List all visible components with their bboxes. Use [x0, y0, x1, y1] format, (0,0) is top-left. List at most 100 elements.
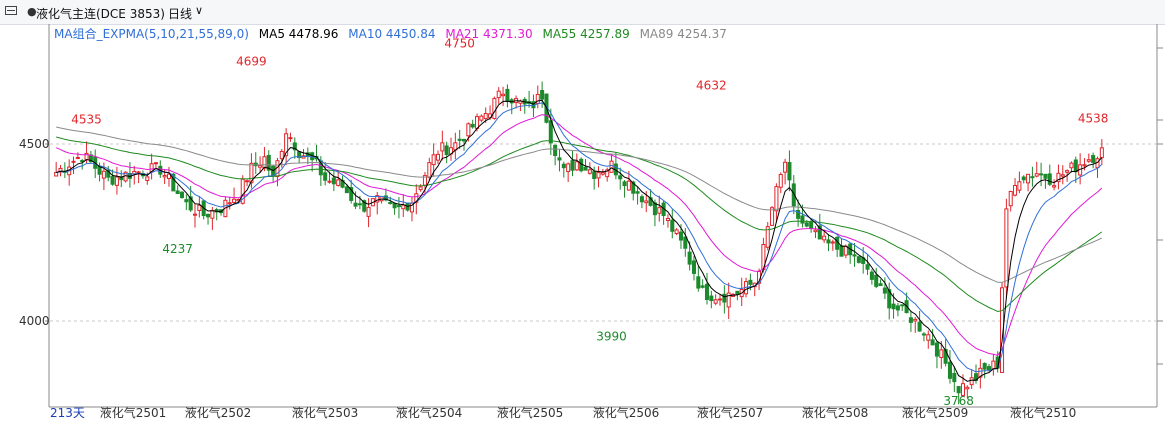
x-tick-label: 液化气2501: [100, 405, 167, 420]
candle-body: [596, 172, 601, 179]
candle-body: [1017, 181, 1022, 191]
candle-body: [639, 196, 644, 203]
candle-body: [232, 198, 237, 203]
candle-body: [392, 203, 397, 209]
candle-body: [331, 177, 336, 185]
candle-body: [366, 206, 371, 217]
candle-body: [505, 88, 510, 102]
candle-body: [774, 186, 779, 212]
candle-body: [1065, 170, 1070, 173]
candle-body: [635, 191, 640, 194]
candle-body: [1060, 174, 1065, 177]
candle-body: [540, 90, 545, 100]
candle-body: [947, 361, 952, 379]
candle-body: [895, 305, 900, 311]
x-tick-label: 液化气2503: [292, 405, 359, 420]
candle-body: [926, 334, 931, 341]
candle-body: [687, 251, 692, 265]
candle-body: [1091, 155, 1096, 163]
candle-body: [553, 144, 558, 157]
candle-body: [869, 271, 874, 280]
candle-body: [462, 138, 467, 142]
candle-body: [288, 137, 293, 140]
candle-body: [153, 162, 158, 165]
candle-body: [1043, 173, 1048, 179]
candle-body: [856, 256, 861, 263]
candle-body: [704, 283, 710, 300]
candle-body: [184, 199, 189, 203]
candle-body: [353, 202, 358, 207]
candle-body: [934, 342, 939, 357]
candle-body: [874, 274, 879, 287]
candle-body: [965, 386, 970, 390]
x-tick-label: 液化气2502: [185, 405, 252, 420]
candle-body: [717, 298, 723, 301]
candle-body: [470, 123, 475, 128]
candle-body: [839, 245, 844, 257]
x-tick-label: 液化气2507: [697, 405, 764, 420]
candle-body: [457, 138, 462, 141]
candle-body: [1021, 176, 1026, 181]
candle-body: [809, 221, 814, 229]
candle-body: [587, 169, 592, 174]
candle-body: [952, 373, 957, 383]
candle-body: [1099, 147, 1104, 159]
chevron-down-icon[interactable]: ∨: [195, 4, 203, 17]
candle-body: [1086, 159, 1091, 162]
candle-body: [466, 123, 471, 137]
candle-body: [1073, 159, 1078, 173]
candle-body: [813, 229, 818, 233]
candle-body: [210, 210, 215, 219]
candle-body: [917, 321, 922, 332]
candle-body: [496, 90, 501, 99]
candle-body: [626, 180, 631, 191]
candle-body: [678, 231, 683, 241]
candle-body: [930, 339, 935, 346]
candle-body: [145, 176, 150, 181]
candle-body: [440, 142, 445, 152]
candle-body: [921, 333, 926, 336]
extreme-label: 3990: [596, 330, 627, 344]
candle-body: [696, 276, 701, 289]
x-tick-label: 液化气2510: [1010, 405, 1077, 420]
candle-body: [783, 161, 788, 173]
candle-body: [900, 304, 905, 307]
candle-body: [674, 229, 679, 234]
candle-body: [427, 162, 432, 178]
candlestick-chart[interactable]: 4000450045354237469947503990463237684538…: [0, 24, 1165, 423]
candle-body: [713, 299, 718, 304]
y-tick-label: 4500: [19, 137, 50, 151]
candle-body: [969, 377, 974, 386]
candle-body: [1052, 185, 1057, 188]
chart-window-icon[interactable]: [5, 6, 17, 15]
candle-body: [878, 283, 883, 286]
candle-body: [618, 175, 623, 180]
candle-body: [1047, 173, 1052, 185]
candle-body: [778, 174, 783, 188]
period-selector[interactable]: 日线: [168, 5, 192, 22]
candle-body: [475, 116, 480, 129]
candle-body: [444, 145, 449, 156]
candle-body: [652, 202, 657, 216]
candle-body: [435, 153, 441, 161]
candle-body: [227, 202, 232, 205]
candle-body: [396, 205, 401, 208]
candle-body: [908, 317, 913, 323]
candle-body: [592, 171, 597, 179]
candle-body: [1034, 173, 1039, 177]
candle-body: [826, 239, 831, 244]
candle-body: [192, 213, 198, 216]
candle-body: [401, 204, 406, 210]
candle-body: [175, 190, 180, 195]
x-tick-label: 液化气2506: [593, 405, 660, 420]
candle-body: [670, 219, 675, 232]
candle-body: [991, 360, 996, 370]
candle-body: [683, 236, 688, 249]
candle-body: [700, 285, 705, 288]
extreme-label: 4538: [1078, 112, 1109, 126]
candle-body: [722, 293, 727, 303]
instrument-title[interactable]: 液化气主连(DCE 3853): [36, 5, 165, 22]
candle-body: [54, 171, 59, 177]
candle-body: [770, 207, 775, 226]
candle-body: [323, 172, 328, 181]
